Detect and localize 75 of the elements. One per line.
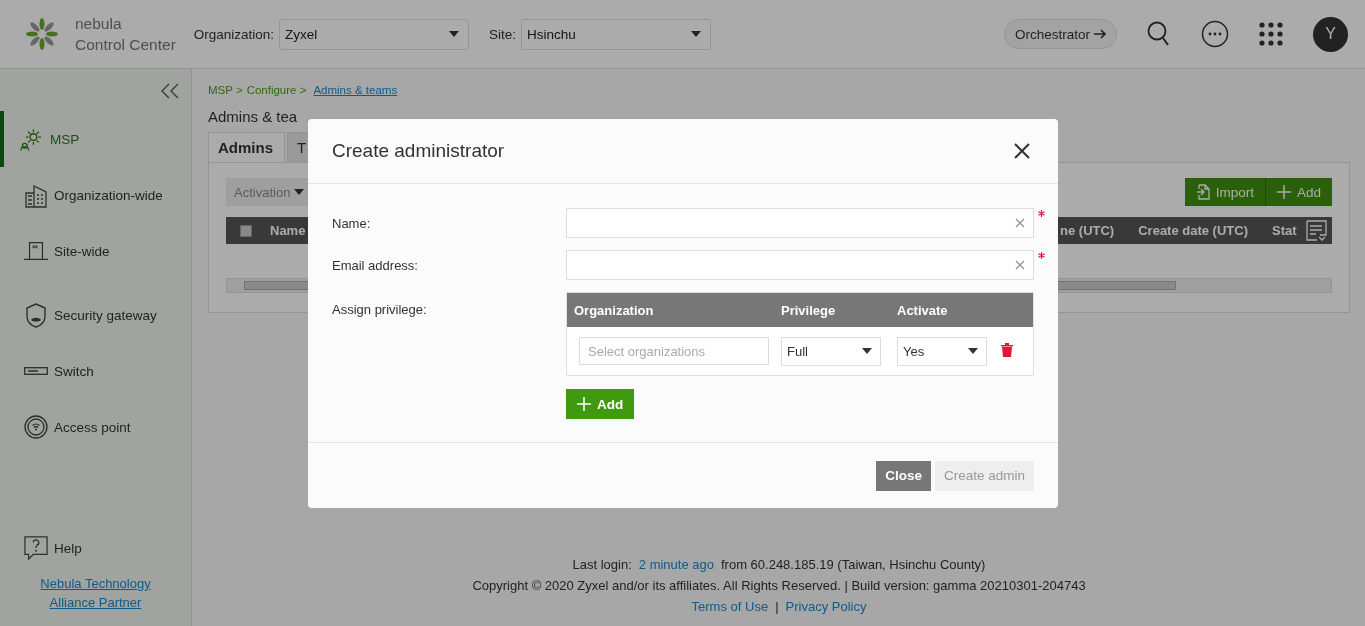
search-icon[interactable] <box>1147 21 1171 47</box>
wifi-icon <box>24 415 48 439</box>
more-icon[interactable] <box>1201 20 1229 48</box>
column-header[interactable]: Stat <box>1272 223 1306 238</box>
caret-icon <box>691 31 702 37</box>
nav-item[interactable]: Switch <box>0 343 183 399</box>
last-login-link[interactable]: 2 minute ago <box>638 554 714 575</box>
add-button[interactable]: Add <box>1264 178 1332 206</box>
dropdown[interactable]: Yes <box>897 336 987 366</box>
help-icon <box>24 535 48 561</box>
separator: | <box>775 598 779 616</box>
nav-item[interactable]: Organization-wide <box>0 167 183 223</box>
delete-icon[interactable] <box>1001 342 1013 357</box>
breadcrumb-item: Configure > <box>246 84 307 96</box>
column-header: Privilege <box>781 302 837 318</box>
input-field[interactable] <box>566 208 1034 238</box>
logo-text: Control Center <box>75 35 176 55</box>
plus-icon <box>577 397 591 411</box>
selector-label: Site: <box>489 26 517 42</box>
nav-item[interactable]: Access point <box>0 399 183 455</box>
import-button[interactable]: Import <box>1184 178 1265 206</box>
close-icon[interactable] <box>1014 143 1030 159</box>
field-label: Assign privilege: <box>332 301 428 317</box>
gear-icon <box>20 126 44 152</box>
nav-item[interactable]: Security gateway <box>0 287 183 343</box>
footer-link[interactable]: Privacy Policy <box>785 596 867 617</box>
building-icon <box>24 182 48 208</box>
field-label: Email address: <box>332 257 419 273</box>
dropdown[interactable]: Zyxel <box>279 18 470 50</box>
copyright-text: Copyright © 2020 Zyxel and/or its affiliates. All Rights Reserved. | Build version: gamma 20210301-204743 <box>471 577 1087 595</box>
shield-icon <box>24 302 48 328</box>
caret-icon <box>862 348 872 354</box>
input-field[interactable] <box>566 250 1034 280</box>
import-icon <box>1195 184 1210 200</box>
caret-icon <box>449 31 460 37</box>
column-settings-icon[interactable] <box>1306 219 1328 242</box>
breadcrumb-item: MSP > <box>208 84 243 96</box>
help-link[interactable]: Help <box>0 528 183 568</box>
add-button[interactable]: Add <box>566 389 635 419</box>
caret-icon <box>294 189 305 195</box>
arrow-icon <box>1094 29 1106 39</box>
apps-grid-icon[interactable] <box>1259 22 1283 46</box>
plus-icon <box>1276 185 1291 199</box>
door-icon <box>24 241 48 261</box>
field-label: Name: <box>332 215 372 231</box>
footer-text: from 60.248.185.19 (Taiwan, Hsinchu County) <box>720 556 986 574</box>
breadcrumb-link[interactable]: Admins & teams <box>313 84 398 96</box>
collapse-icon[interactable] <box>161 83 179 99</box>
caret-icon <box>968 348 978 354</box>
dropdown[interactable]: Full <box>781 336 881 366</box>
logo-text: nebula <box>75 14 123 34</box>
nav-item[interactable]: Site-wide <box>0 223 183 279</box>
logo-icon <box>25 17 59 51</box>
nav-item[interactable]: MSP <box>0 111 183 167</box>
page-title: Admins & tea <box>208 108 299 125</box>
footer-text: Last login: <box>572 556 632 574</box>
column-header[interactable]: ne (UTC) <box>1060 223 1115 238</box>
column-header[interactable]: Create date (UTC) <box>1138 223 1248 238</box>
dialog-title: Create administrator <box>332 140 505 162</box>
partner-link[interactable]: Nebula Technology Alliance Partner <box>25 574 166 612</box>
tab[interactable]: Admins <box>208 132 285 162</box>
orchestrator-button[interactable]: Orchestrator <box>1003 19 1117 49</box>
column-header[interactable]: Name <box>270 223 306 238</box>
close-button[interactable]: Close <box>876 460 931 491</box>
selector-label: Organization: <box>193 26 275 42</box>
dropdown[interactable]: Hsinchu <box>521 18 712 50</box>
device-icon <box>24 367 48 375</box>
column-header: Activate <box>897 302 949 318</box>
organization-field[interactable]: Select organizations <box>579 337 769 365</box>
clear-icon[interactable] <box>1015 260 1025 270</box>
checkbox[interactable] <box>240 224 252 237</box>
avatar[interactable]: Y <box>1313 16 1348 52</box>
footer-link[interactable]: Terms of Use <box>691 596 769 617</box>
column-header: Organization <box>573 302 655 318</box>
clear-icon[interactable] <box>1015 218 1025 228</box>
